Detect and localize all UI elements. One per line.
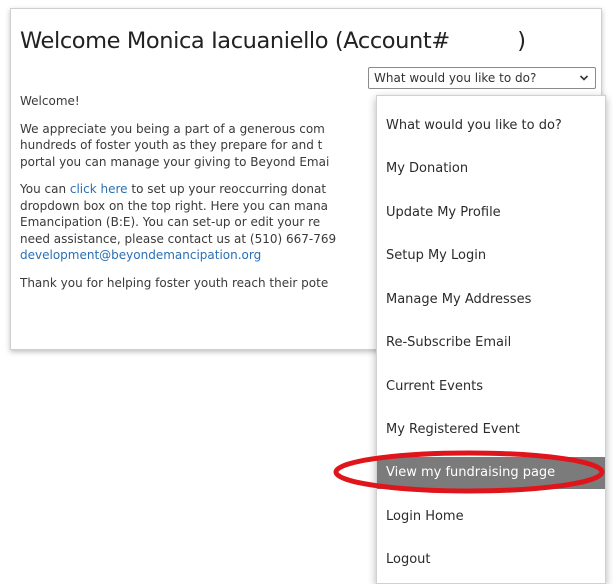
intro-line: hundreds of foster youth as they prepare…	[20, 138, 323, 152]
menu-item-update-profile[interactable]: Update My Profile	[377, 197, 605, 229]
action-select[interactable]: What would you like to do?	[368, 67, 596, 89]
menu-item-resubscribe-email[interactable]: Re-Subscribe Email	[377, 327, 605, 359]
intro-paragraph: We appreciate you being a part of a gene…	[20, 121, 368, 171]
menu-item-setup-login[interactable]: Setup My Login	[377, 240, 605, 272]
page-title: Welcome Monica Iacuaniello (Account# )	[20, 28, 526, 54]
instructions-line-first: You can click here to set up your reoccu…	[20, 181, 368, 198]
instructions-prefix: You can	[20, 182, 70, 196]
menu-item-manage-addresses[interactable]: Manage My Addresses	[377, 284, 605, 316]
menu-item-my-donation[interactable]: My Donation	[377, 153, 605, 185]
menu-item-registered-event[interactable]: My Registered Event	[377, 414, 605, 446]
instructions-line: Emancipation (B:E). You can set-up or ed…	[20, 215, 321, 229]
instructions-paragraph: You can click here to set up your reoccu…	[20, 181, 368, 264]
email-link[interactable]: development@beyondemancipation.org	[20, 248, 261, 262]
click-here-link[interactable]: click here	[70, 182, 128, 196]
menu-item-fundraising-page[interactable]: View my fundraising page	[377, 457, 605, 489]
instructions-line: need assistance, please contact us at (5…	[20, 231, 337, 246]
menu-item-logout[interactable]: Logout	[377, 544, 605, 576]
intro-line: portal you can manage your giving to Bey…	[20, 154, 330, 169]
menu-item-placeholder[interactable]: What would you like to do?	[377, 110, 605, 142]
menu-item-current-events[interactable]: Current Events	[377, 371, 605, 403]
action-select-value: What would you like to do?	[374, 71, 537, 85]
chevron-down-icon	[579, 75, 589, 81]
menu-item-login-home[interactable]: Login Home	[377, 501, 605, 533]
action-dropdown-menu: What would you like to do? My Donation U…	[376, 95, 606, 584]
intro-line: We appreciate you being a part of a gene…	[20, 121, 325, 136]
thanks-paragraph: Thank you for helping foster youth reach…	[20, 275, 329, 290]
instructions-rest: to set up your reoccurring donat	[127, 182, 327, 196]
page: Welcome Monica Iacuaniello (Account# ) W…	[0, 0, 613, 584]
instructions-line: dropdown box on the top right. Here you …	[20, 198, 329, 213]
greeting-text: Welcome!	[20, 94, 80, 108]
welcome-body: Welcome! We appreciate you being a part …	[20, 93, 368, 337]
